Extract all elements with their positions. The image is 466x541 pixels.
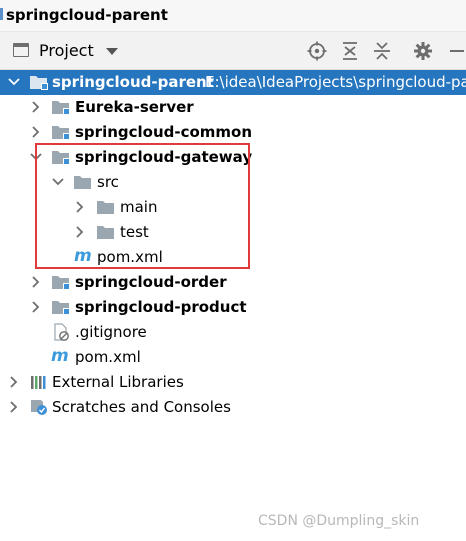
tree-row-eureka-server[interactable]: Eureka-server [0,95,466,120]
chevron-right-icon[interactable] [28,274,44,290]
view-dropdown-icon[interactable] [106,48,118,55]
tree-row-root[interactable]: springcloud-parent E:\idea\IdeaProjects\… [0,70,466,95]
module-folder-icon [51,273,71,291]
tree-row-external-libraries[interactable]: External Libraries [0,370,466,395]
tree-root-path: E:\idea\IdeaProjects\springcloud-pa [205,73,466,91]
chevron-right-icon[interactable] [28,99,44,115]
tool-window-icon [13,43,29,57]
locate-icon[interactable] [306,40,328,62]
tree-label-scratches: Scratches and Consoles [52,398,231,416]
expand-all-icon[interactable] [339,40,361,62]
module-folder-icon [51,123,71,141]
scratches-icon [29,398,49,416]
tree-label-springcloud-common: springcloud-common [75,123,253,141]
tree-row-pom[interactable]: m pom.xml [0,345,466,370]
highlight-box [35,143,250,269]
module-folder-icon [51,298,71,316]
tree-row-scratches[interactable]: Scratches and Consoles [0,395,466,420]
view-selector-label[interactable]: Project [39,41,94,60]
tree-label-external-libraries: External Libraries [52,373,184,391]
tree-row-springcloud-product[interactable]: springcloud-product [0,295,466,320]
chevron-right-icon[interactable] [28,299,44,315]
tree-label-springcloud-order: springcloud-order [75,273,227,291]
maven-icon: m [51,346,69,366]
minimize-icon[interactable] [446,40,466,62]
chevron-right-icon[interactable] [6,399,22,415]
module-folder-icon [29,73,49,91]
ignore-file-icon [51,323,71,341]
tree-row-gitignore[interactable]: .gitignore [0,320,466,345]
tree-label-springcloud-product: springcloud-product [75,298,247,316]
project-icon [0,8,3,20]
tree-label-pom: pom.xml [75,348,141,366]
tree-label-root: springcloud-parent [52,73,214,91]
tree-row-springcloud-order[interactable]: springcloud-order [0,270,466,295]
watermark: CSDN @Dumpling_skin [258,513,420,529]
chevron-right-icon[interactable] [28,124,44,140]
module-folder-icon [51,98,71,116]
chevron-down-icon[interactable] [6,74,22,90]
window-title: springcloud-parent [6,6,168,24]
tree-row-springcloud-common[interactable]: springcloud-common [0,120,466,145]
tree-label-gitignore: .gitignore [75,323,147,341]
title-bar: springcloud-parent [0,0,466,32]
gear-icon[interactable] [412,40,434,62]
project-toolbar: Project [0,32,466,70]
chevron-right-icon[interactable] [6,374,22,390]
library-icon [29,373,49,391]
tree-label-eureka-server: Eureka-server [75,98,194,116]
collapse-all-icon[interactable] [371,40,393,62]
